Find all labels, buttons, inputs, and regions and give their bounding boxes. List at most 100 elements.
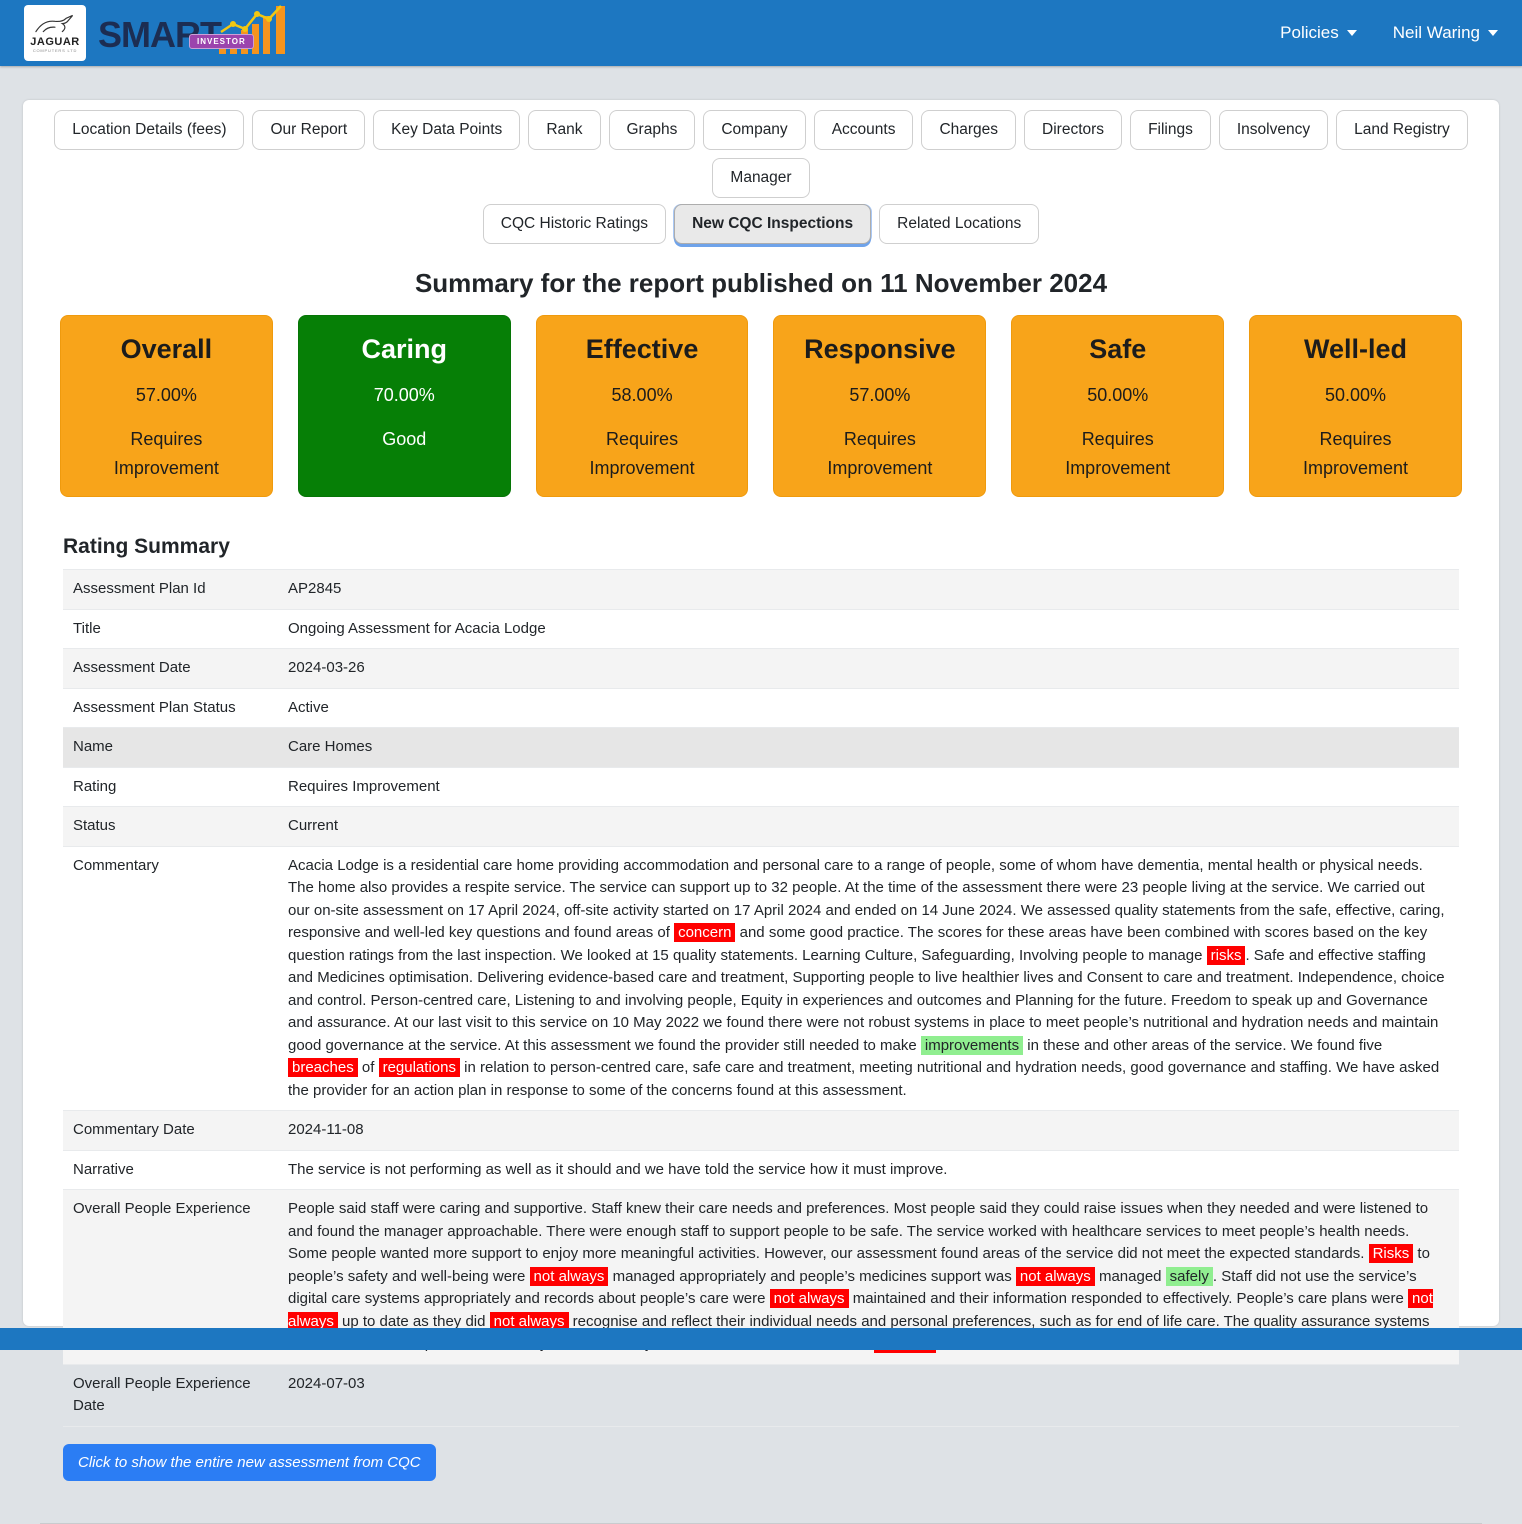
tab-filings[interactable]: Filings [1130,110,1211,150]
highlight-red: not always [288,1289,1433,1331]
tab-accounts[interactable]: Accounts [814,110,914,150]
card-rating: Requires Improvement [805,425,955,483]
policies-label: Policies [1280,23,1339,43]
chevron-down-icon [1347,30,1357,36]
row-value: Ongoing Assessment for Acacia Lodge [278,609,1459,649]
tab-location-details-fees[interactable]: Location Details (fees) [54,110,244,150]
card-title: Safe [1012,334,1223,365]
rating-card-well-led: Well-led 50.00% Requires Improvement [1249,315,1462,497]
row-value: 2024-07-03 [278,1364,1459,1426]
tab-directors[interactable]: Directors [1024,110,1122,150]
rating-card-effective: Effective 58.00% Requires Improvement [536,315,749,497]
highlight-red: not always [530,1267,609,1286]
jaguar-subtitle: COMPUTERS LTD [33,48,77,54]
row-value: Active [278,688,1459,728]
page-title: Summary for the report published on 11 N… [40,268,1482,299]
jaguar-logo: JAGUAR COMPUTERS LTD [24,5,86,61]
show-full-assessment-button[interactable]: Click to show the entire new assessment … [63,1444,436,1481]
chevron-down-icon [1488,30,1498,36]
highlight-red: breaches [288,1058,358,1077]
rating-cards: Overall 57.00% Requires Improvement Caring7… [40,315,1482,497]
rating-row-assessment-plan-status: Assessment Plan StatusActive [63,688,1459,728]
tab-land-registry[interactable]: Land Registry [1336,110,1468,150]
card-title: Responsive [774,334,985,365]
brand[interactable]: JAGUAR COMPUTERS LTD SMART [24,5,289,61]
tab-cqc-historic-ratings[interactable]: CQC Historic Ratings [483,204,666,244]
rating-card-caring: Caring70.00%Good [298,315,511,497]
tab-our-report[interactable]: Our Report [252,110,365,150]
row-value: Acacia Lodge is a residential care home … [278,846,1459,1111]
tabs-row-1: Location Details (fees)Our ReportKey Dat… [40,110,1482,198]
tab-graphs[interactable]: Graphs [609,110,696,150]
row-label: Title [63,609,278,649]
row-label: Narrative [63,1150,278,1190]
navbar-links: Policies Neil Waring [1280,23,1498,43]
highlight-red: not always [1016,1267,1095,1286]
bottom-divider [40,1523,1482,1524]
row-value: Current [278,807,1459,847]
tab-insolvency[interactable]: Insolvency [1219,110,1328,150]
row-label: Rating [63,767,278,807]
rating-summary-heading: Rating Summary [63,535,1459,559]
footer-bar [0,1328,1522,1350]
row-value: 2024-03-26 [278,649,1459,689]
row-value: 2024-11-08 [278,1111,1459,1151]
tab-charges[interactable]: Charges [921,110,1016,150]
rating-summary-table-body: Assessment Plan IdAP2845TitleOngoing Ass… [63,570,1459,1427]
card-title: Caring [299,334,510,365]
rating-row-assessment-date: Assessment Date2024-03-26 [63,649,1459,689]
highlight-red: regulations [379,1058,460,1077]
card-rating: Good [329,425,479,454]
rating-row-commentary-date: Commentary Date2024-11-08 [63,1111,1459,1151]
card-title: Overall [61,334,272,365]
tab-rank[interactable]: Rank [528,110,600,150]
user-name-label: Neil Waring [1393,23,1480,43]
rating-row-title: TitleOngoing Assessment for Acacia Lodge [63,609,1459,649]
tab-key-data-points[interactable]: Key Data Points [373,110,520,150]
main-panel: Location Details (fees)Our ReportKey Dat… [23,100,1499,1326]
card-percent: 50.00% [1250,385,1461,406]
row-value: Requires Improvement [278,767,1459,807]
highlight-green: safely [1166,1267,1213,1286]
card-title: Effective [537,334,748,365]
row-label: Assessment Plan Id [63,570,278,610]
tab-manager[interactable]: Manager [712,158,809,198]
row-label: Assessment Date [63,649,278,689]
tab-related-locations[interactable]: Related Locations [879,204,1039,244]
top-navbar: JAGUAR COMPUTERS LTD SMART [0,0,1522,66]
rating-row-status: StatusCurrent [63,807,1459,847]
card-rating: Requires Improvement [1281,425,1431,483]
investor-badge: INVESTOR [189,34,254,49]
card-percent: 50.00% [1012,385,1223,406]
card-title: Well-led [1250,334,1461,365]
rating-row-overall-people-experience-date: Overall People Experience Date2024-07-03 [63,1364,1459,1426]
jaguar-name: JAGUAR [30,37,79,48]
row-label: Commentary Date [63,1111,278,1151]
policies-dropdown[interactable]: Policies [1280,23,1357,43]
tab-new-cqc-inspections[interactable]: New CQC Inspections [674,204,871,244]
row-label: Commentary [63,846,278,1111]
card-rating: Requires Improvement [567,425,717,483]
jaguar-cat-icon [33,13,77,37]
rating-card-safe: Safe 50.00% Requires Improvement [1011,315,1224,497]
rating-row-assessment-plan-id: Assessment Plan IdAP2845 [63,570,1459,610]
rating-summary-table: Assessment Plan IdAP2845TitleOngoing Ass… [63,569,1459,1427]
card-percent: 57.00% [61,385,272,406]
card-rating: Requires Improvement [1043,425,1193,483]
smart-investor-logo: SMART INVESTOR [98,7,289,59]
row-label: Name [63,728,278,768]
highlight-green: improvements [921,1036,1023,1055]
rating-card-overall: Overall57.00%Requires Improvement [60,315,273,497]
rating-row-rating: RatingRequires Improvement [63,767,1459,807]
row-label: Status [63,807,278,847]
highlight-red: concern [674,923,735,942]
tab-company[interactable]: Company [703,110,805,150]
card-percent: 57.00% [774,385,985,406]
user-dropdown[interactable]: Neil Waring [1393,23,1498,43]
row-value: Care Homes [278,728,1459,768]
rating-row-narrative: NarrativeThe service is not performing a… [63,1150,1459,1190]
highlight-red: Risks [1369,1244,1414,1263]
card-percent: 58.00% [537,385,748,406]
bar-chart-icon: INVESTOR [217,2,289,59]
highlight-red: risks [1207,946,1246,965]
